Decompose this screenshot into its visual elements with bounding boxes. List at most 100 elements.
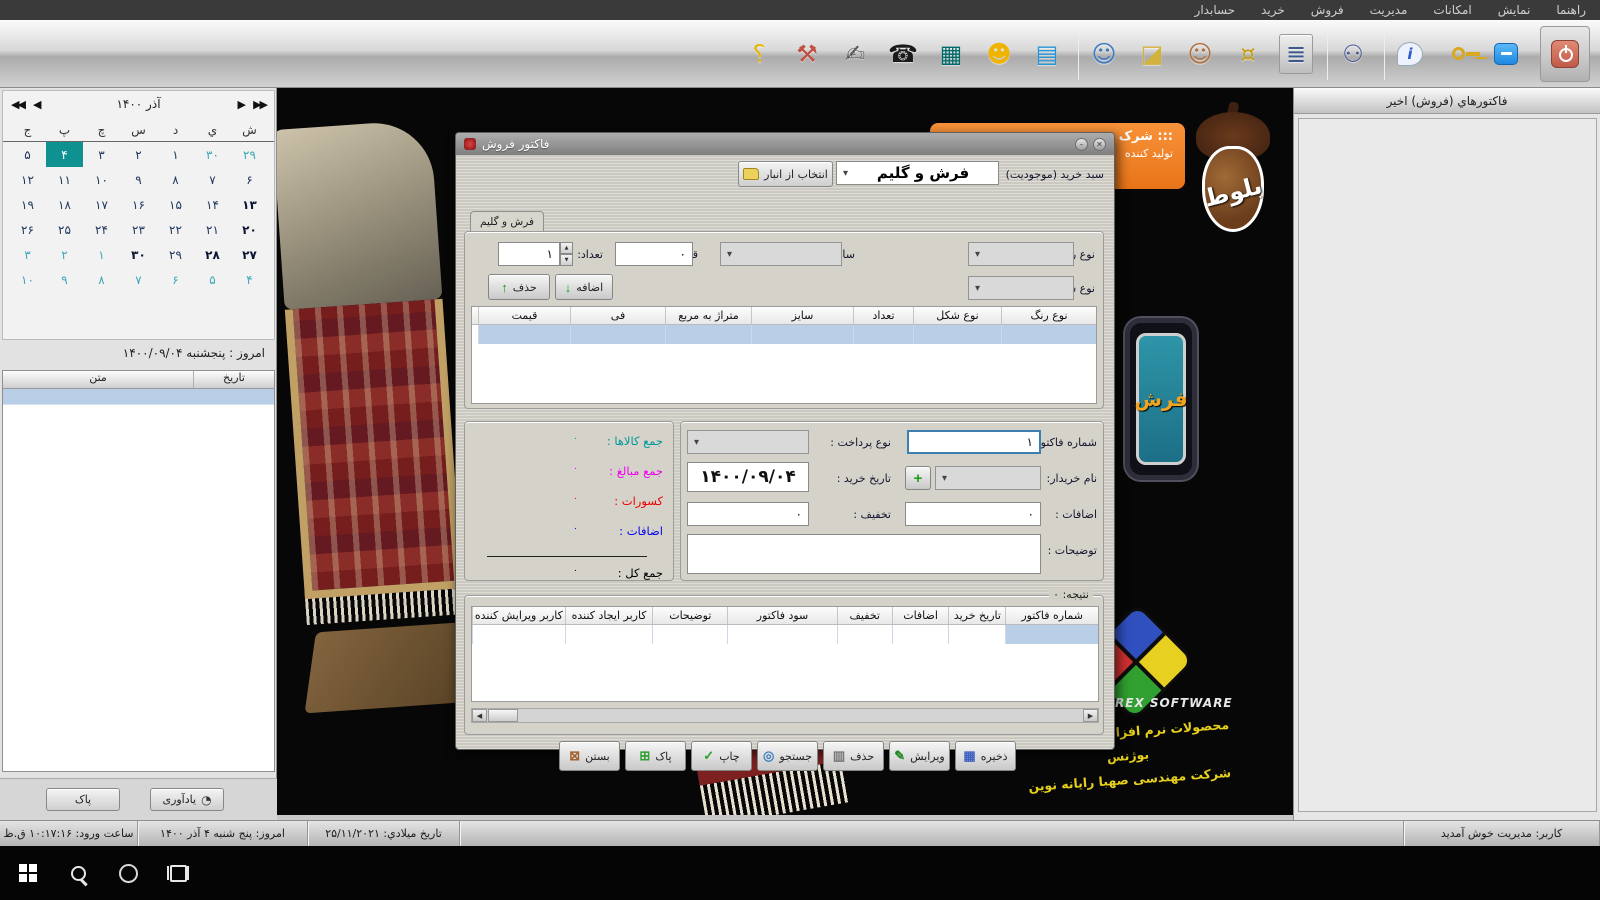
calendar-day-cell[interactable]: ۴ bbox=[46, 142, 83, 167]
calendar-day-cell[interactable]: ۲۸ bbox=[194, 242, 231, 267]
power-icon[interactable] bbox=[1551, 40, 1579, 68]
toolbox-folder-icon[interactable]: ◪ bbox=[1135, 34, 1169, 74]
info-icon[interactable]: i bbox=[1393, 34, 1427, 74]
grid-cell[interactable] bbox=[472, 625, 565, 644]
calendar-day-cell[interactable]: ۳ bbox=[83, 142, 120, 167]
taskbar-search-icon[interactable] bbox=[66, 861, 90, 885]
calendar-day-cell[interactable]: ۱۷ bbox=[83, 192, 120, 217]
calendar-day-cell[interactable]: ۱۰ bbox=[83, 167, 120, 192]
grid-column-header[interactable]: نوع شکل bbox=[913, 307, 1001, 324]
items-grid[interactable]: نوع رنگنوع شکلتعدادسایزمتراژ به مربعفیقی… bbox=[471, 306, 1097, 404]
calendar-day-cell[interactable]: ۲۹ bbox=[157, 242, 194, 267]
task-view-icon[interactable] bbox=[166, 861, 190, 885]
calendar-day-cell[interactable]: ۲۴ bbox=[83, 217, 120, 242]
dialog-close-icon[interactable]: ✕ bbox=[1093, 138, 1106, 151]
notes-column-date[interactable]: تاریخ bbox=[194, 371, 274, 388]
scrollbar-track[interactable] bbox=[518, 709, 1083, 722]
grid-cell[interactable] bbox=[565, 625, 653, 644]
price-input[interactable]: ۰ bbox=[615, 242, 693, 266]
fax-phone-icon[interactable]: ☎ bbox=[886, 34, 920, 74]
menu-help[interactable]: راهنما bbox=[1556, 3, 1586, 17]
add-item-button[interactable]: اضافه ↓ bbox=[555, 274, 613, 300]
calendar-day-cell[interactable]: ۱ bbox=[157, 142, 194, 167]
calendar-day-cell[interactable]: ۱۵ bbox=[157, 192, 194, 217]
notes-selected-row[interactable] bbox=[3, 389, 274, 405]
calendar-day-cell[interactable]: ۱ bbox=[83, 242, 120, 267]
grid-column-header[interactable]: تعداد bbox=[853, 307, 913, 324]
grid-cell[interactable] bbox=[853, 325, 913, 344]
calendar-day-cell[interactable]: ۸ bbox=[157, 167, 194, 192]
chart-icon[interactable]: ▤ bbox=[1030, 34, 1064, 74]
tools-icon[interactable]: ⚒ bbox=[790, 34, 824, 74]
grid-column-header[interactable]: اضافات bbox=[892, 607, 949, 624]
grid-column-header[interactable]: متراژ به مربع bbox=[665, 307, 751, 324]
grid-column-header[interactable]: سایز bbox=[751, 307, 853, 324]
grid-cell[interactable] bbox=[948, 625, 1005, 644]
calendar-day-cell[interactable]: ۱۸ bbox=[46, 192, 83, 217]
spin-down-icon[interactable]: ▼ bbox=[560, 254, 573, 266]
key-icon[interactable] bbox=[1441, 34, 1475, 74]
close-button[interactable]: بستن⊠ bbox=[559, 741, 620, 771]
smiley-icon[interactable]: ☻ bbox=[982, 34, 1016, 74]
grid-cell[interactable] bbox=[478, 325, 570, 344]
grid-column-header[interactable]: تخفیف bbox=[837, 607, 892, 624]
calendar-day-cell[interactable]: ۲۰ bbox=[231, 217, 268, 242]
menu-management[interactable]: مدیریت bbox=[1370, 3, 1408, 17]
grid-column-header[interactable]: قیمت bbox=[478, 307, 570, 324]
grid-column-header[interactable]: توضیحات bbox=[652, 607, 727, 624]
calendar-day-cell[interactable]: ۷ bbox=[194, 167, 231, 192]
result-grid-selected-row[interactable] bbox=[472, 625, 1098, 644]
buyer-combobox[interactable]: ▾ bbox=[935, 466, 1041, 490]
calendar-day-cell[interactable]: ۲ bbox=[120, 142, 157, 167]
calendar-day-cell[interactable]: ۲۹ bbox=[231, 142, 268, 167]
clear-notes-button[interactable]: پاک bbox=[46, 788, 120, 811]
calendar-day-cell[interactable]: ۱۳ bbox=[231, 192, 268, 217]
calendar-day-cell[interactable]: ۲۶ bbox=[9, 217, 46, 242]
users-icon[interactable]: ⚇ bbox=[1336, 34, 1370, 74]
calendar-day-cell[interactable]: ۵ bbox=[194, 267, 231, 292]
grid-column-header[interactable]: سود فاکتور bbox=[727, 607, 837, 624]
grid-cell[interactable] bbox=[892, 625, 949, 644]
next-year-icon[interactable]: ▶▶ bbox=[244, 98, 266, 111]
calendar-day-cell[interactable]: ۷ bbox=[120, 267, 157, 292]
calculator-icon[interactable]: ▦ bbox=[934, 34, 968, 74]
calendar-day-cell[interactable]: ۱۲ bbox=[9, 167, 46, 192]
dialog-title-bar[interactable]: فاکتور فروش – ✕ bbox=[456, 133, 1114, 155]
shape-type-combobox[interactable]: ▾ bbox=[968, 276, 1074, 300]
invoice-number-input[interactable]: ۱ bbox=[907, 430, 1041, 454]
payment-type-combobox[interactable]: ▾ bbox=[687, 430, 809, 454]
spin-up-icon[interactable]: ▲ bbox=[560, 242, 573, 254]
print-button[interactable]: چاپ✓ bbox=[691, 741, 752, 771]
scroll-right-icon[interactable]: ▶ bbox=[1083, 709, 1098, 722]
start-button[interactable] bbox=[16, 861, 40, 885]
grid-cell[interactable] bbox=[727, 625, 837, 644]
basket-combobox[interactable]: ▾ فرش و گلیم bbox=[836, 161, 999, 185]
calendar-day-cell[interactable]: ۲۷ bbox=[231, 242, 268, 267]
tab-carpet-kilim[interactable]: فرش و گلیم bbox=[470, 211, 544, 232]
report-document-icon[interactable]: ≣ bbox=[1279, 34, 1313, 74]
result-grid-hscrollbar[interactable]: ◀ ▶ bbox=[471, 708, 1099, 723]
finance-coins-icon[interactable]: ¤ bbox=[1231, 34, 1265, 74]
calendar-day-cell[interactable]: ۲۱ bbox=[194, 217, 231, 242]
calendar-day-cell[interactable]: ۲۵ bbox=[46, 217, 83, 242]
calendar-day-cell[interactable]: ۳۰ bbox=[120, 242, 157, 267]
purchase-date-input[interactable]: ۱۴۰۰/۰۹/۰۴ bbox=[687, 462, 809, 492]
notes-textarea[interactable] bbox=[687, 534, 1041, 574]
quantity-stepper[interactable]: ▲▼ bbox=[560, 242, 573, 266]
add-buyer-button[interactable]: + bbox=[905, 466, 931, 490]
save-button[interactable]: ذخیره▦ bbox=[955, 741, 1016, 771]
clear-button[interactable]: پاک⊞ bbox=[625, 741, 686, 771]
scroll-left-icon[interactable]: ◀ bbox=[472, 709, 487, 722]
courier-icon[interactable]: ☺ bbox=[1183, 34, 1217, 74]
calendar-day-cell[interactable]: ۱۴ bbox=[194, 192, 231, 217]
calendar-day-cell[interactable]: ۱۶ bbox=[120, 192, 157, 217]
calendar-day-cell[interactable]: ۸ bbox=[83, 267, 120, 292]
search-button[interactable]: جستجو◎ bbox=[757, 741, 818, 771]
grid-cell[interactable] bbox=[1005, 625, 1098, 644]
items-grid-selected-row[interactable] bbox=[472, 325, 1096, 344]
result-grid[interactable]: شماره فاکتورتاریخ خریداضافاتتخفیفسود فاک… bbox=[471, 606, 1099, 702]
quantity-input[interactable]: ۱ bbox=[498, 242, 560, 266]
grid-cell[interactable] bbox=[913, 325, 1001, 344]
grid-column-header[interactable]: کاربر ایجاد کننده bbox=[565, 607, 653, 624]
calendar-day-cell[interactable]: ۵ bbox=[9, 142, 46, 167]
